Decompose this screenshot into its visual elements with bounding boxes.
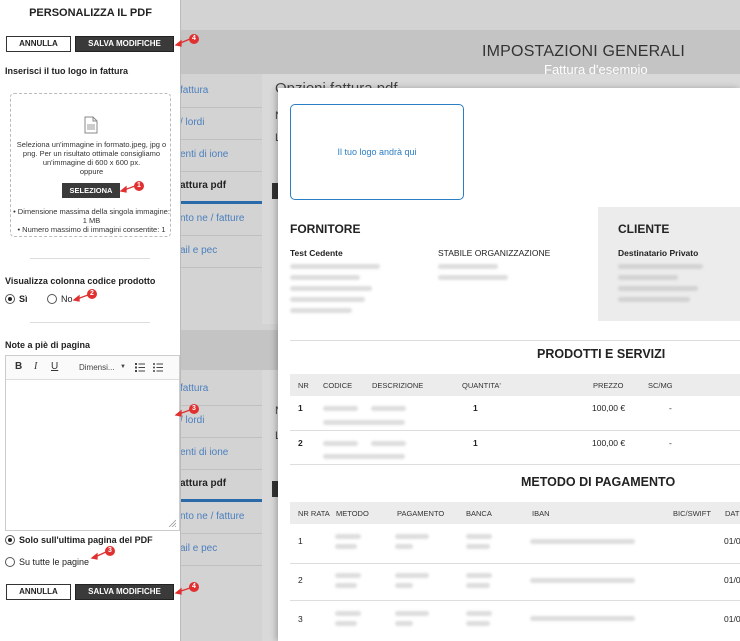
step-marker: 4: [189, 582, 199, 592]
step-marker: 1: [134, 181, 144, 191]
annotation-arrows: [72, 38, 191, 595]
step-marker: 4: [189, 34, 199, 44]
step-marker: 2: [87, 289, 97, 299]
step-marker: 3: [105, 546, 115, 556]
step-marker: 3: [189, 404, 199, 414]
